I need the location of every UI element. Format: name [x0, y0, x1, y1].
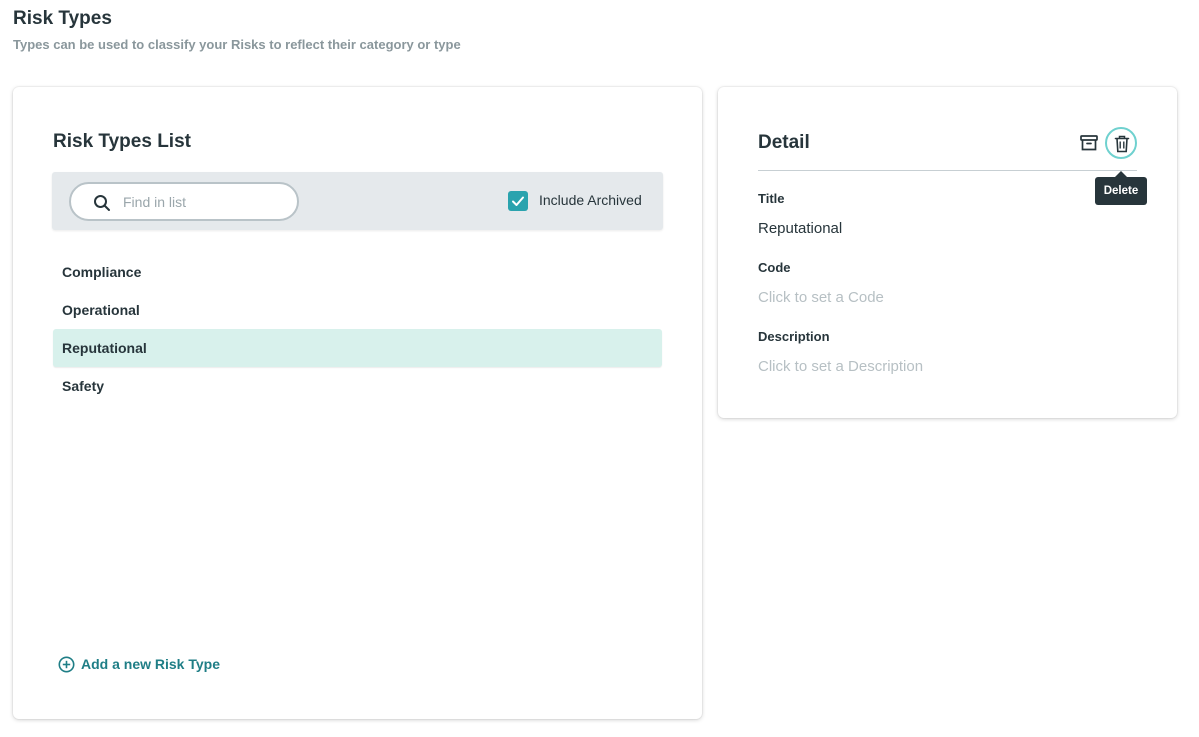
detail-title: Detail	[758, 132, 810, 153]
delete-button[interactable]	[1105, 127, 1137, 159]
description-field-value[interactable]: Click to set a Description	[758, 358, 923, 375]
list-item-operational[interactable]: Operational	[53, 291, 662, 329]
include-archived-label[interactable]: Include Archived	[539, 192, 642, 208]
search-icon	[94, 195, 110, 211]
risk-types-list: Compliance Operational Reputational Safe…	[53, 253, 662, 405]
list-item-safety[interactable]: Safety	[53, 367, 662, 405]
delete-tooltip: Delete	[1095, 171, 1147, 205]
risk-types-list-card: Risk Types List Include Archived Complia…	[13, 87, 702, 719]
title-field-value[interactable]: Reputational	[758, 220, 842, 237]
code-field-value[interactable]: Click to set a Code	[758, 289, 884, 306]
search-box[interactable]	[69, 182, 299, 221]
plus-circle-icon	[58, 656, 75, 672]
title-field-label: Title	[758, 191, 785, 206]
list-toolbar: Include Archived	[52, 172, 663, 230]
description-field-label: Description	[758, 329, 830, 344]
include-archived-checkbox[interactable]	[508, 191, 528, 211]
tooltip-text: Delete	[1095, 177, 1147, 205]
code-field-label: Code	[758, 260, 791, 275]
page-subtitle: Types can be used to classify your Risks…	[13, 37, 461, 52]
check-icon	[512, 196, 524, 206]
list-title: Risk Types List	[53, 131, 191, 152]
archive-icon	[1080, 135, 1098, 151]
page-title: Risk Types	[13, 8, 112, 29]
list-item-reputational[interactable]: Reputational	[53, 329, 662, 367]
list-item-compliance[interactable]: Compliance	[53, 253, 662, 291]
archive-button[interactable]	[1078, 132, 1100, 154]
detail-card: Detail Delete Title Reputational Code Cl…	[718, 87, 1177, 418]
add-risk-type-label: Add a new Risk Type	[81, 656, 220, 672]
detail-divider	[758, 170, 1137, 171]
search-input[interactable]	[123, 192, 288, 212]
trash-icon	[1114, 135, 1130, 153]
add-risk-type-button[interactable]: Add a new Risk Type	[58, 654, 220, 674]
